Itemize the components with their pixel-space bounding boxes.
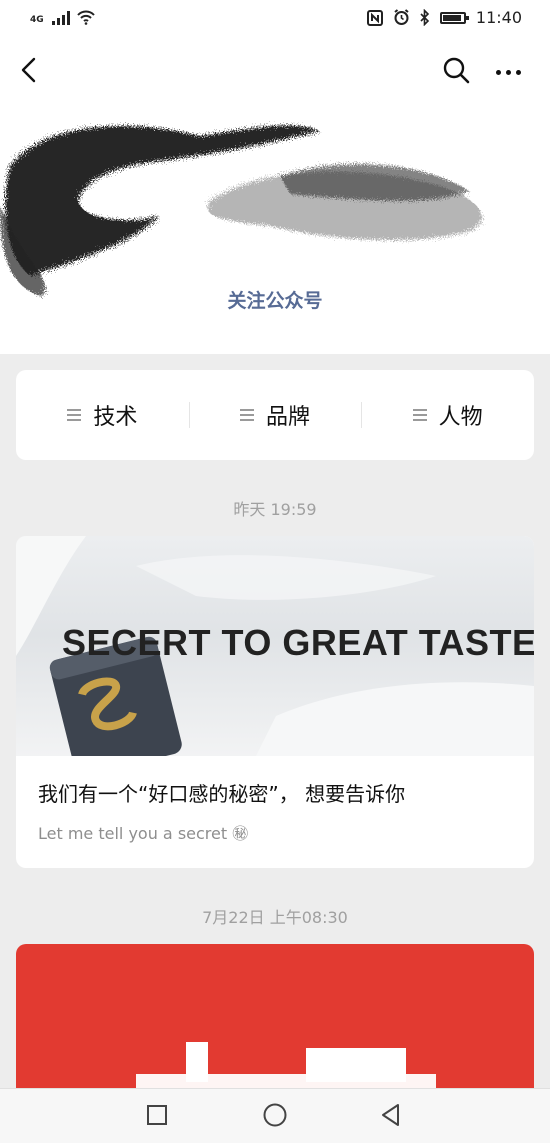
article-cover-image[interactable]: SECERT TO GREAT TASTE: [16, 536, 534, 756]
bluetooth-icon: [420, 9, 430, 26]
battery-icon: [439, 11, 469, 24]
article-card[interactable]: [16, 944, 534, 1104]
cover-headline: SECERT TO GREAT TASTE: [62, 622, 534, 663]
article-timestamp: 7月22日 上午08:30: [202, 908, 348, 927]
article-cover-image: [136, 1042, 436, 1104]
circle-nav-icon[interactable]: [262, 1102, 288, 1128]
menu-item-brand[interactable]: 品牌: [188, 370, 362, 460]
back-arrow-icon[interactable]: [16, 56, 44, 84]
alarm-icon: [394, 9, 409, 25]
menu-list-icon: [412, 409, 427, 421]
network-type: 4G: [30, 15, 44, 25]
menu-list-icon: [67, 409, 82, 421]
article-subtitle: Let me tell you a secret ㊙: [38, 824, 249, 843]
article-card[interactable]: SECERT TO GREAT TASTE 我们有一个“好口感的秘密”， 想要告…: [16, 536, 534, 868]
clock: 11:40: [475, 8, 522, 27]
menu-list-icon: [240, 409, 254, 421]
brush-logo: [0, 125, 482, 296]
menu-item-tech[interactable]: 技术: [16, 370, 189, 460]
follow-account-link[interactable]: 关注公众号: [0, 286, 550, 313]
menu-item-label: 人物: [438, 405, 483, 430]
menu-item-people[interactable]: 人物: [361, 370, 534, 460]
article-title[interactable]: 我们有一个“好口感的秘密”， 想要告诉你: [38, 778, 405, 807]
status-bar: 4G 11:40: [0, 0, 550, 36]
account-menu-bar: 技术 品牌 人物: [16, 370, 534, 460]
status-right: 11:40: [366, 8, 522, 27]
status-left: 4G: [30, 9, 96, 25]
account-header: 关注公众号: [0, 36, 550, 354]
signal-icon: [51, 11, 70, 25]
article-timestamp: 昨天 19:59: [233, 500, 317, 519]
more-icon[interactable]: [496, 66, 528, 78]
wifi-icon: [76, 10, 95, 25]
system-nav-bar: [0, 1088, 550, 1143]
search-icon[interactable]: [442, 56, 470, 84]
menu-item-label: 技术: [93, 405, 138, 430]
menu-item-label: 品牌: [266, 405, 311, 430]
nfc-icon: [366, 9, 383, 26]
square-nav-icon[interactable]: [144, 1102, 170, 1128]
triangle-back-nav-icon[interactable]: [378, 1102, 404, 1128]
